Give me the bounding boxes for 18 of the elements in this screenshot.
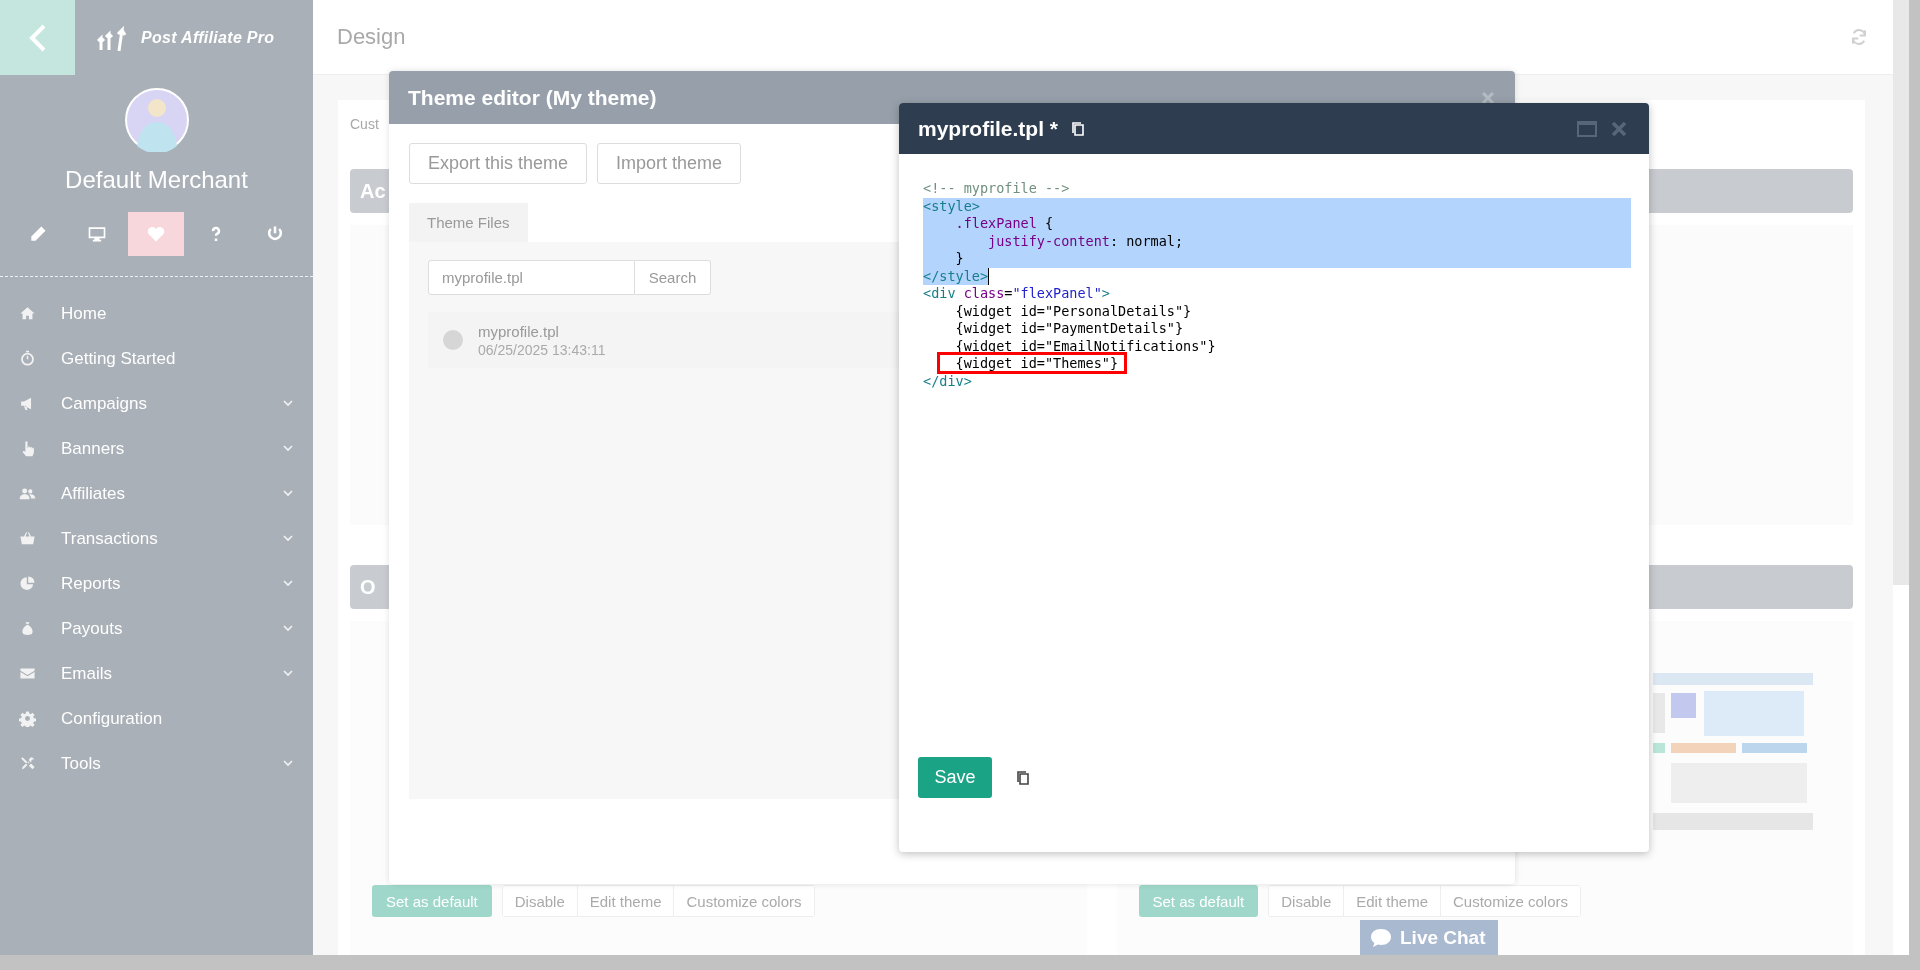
user-name: Default Merchant xyxy=(65,166,248,194)
code-line: .flexPanel { xyxy=(954,215,1054,233)
code-line: <!-- myprofile --> xyxy=(923,180,1070,198)
file-date: 06/25/2025 13:43:11 xyxy=(478,341,606,358)
code-line: <div class="flexPanel"> xyxy=(923,285,1110,303)
file-name: myprofile.tpl xyxy=(478,322,560,340)
code-line: } xyxy=(954,250,964,268)
page-title: Design xyxy=(337,24,406,50)
code-line: {widget id="PaymentDetails"} xyxy=(954,320,1184,338)
code-line: {widget id="PersonalDetails"} xyxy=(954,302,1192,320)
code-line: {widget id="Themes"} xyxy=(954,355,1119,373)
brand-name: Post Affiliate Pro xyxy=(141,28,275,47)
dialog-title: myprofile.tpl * xyxy=(918,116,1059,141)
code-line: </div> xyxy=(923,372,972,390)
code-line: justify-content: normal; xyxy=(987,232,1184,250)
code-line: <style> xyxy=(923,197,980,215)
dialog-title: Theme editor (My theme) xyxy=(408,85,657,110)
code-line: {widget id="EmailNotifications"} xyxy=(954,337,1216,355)
